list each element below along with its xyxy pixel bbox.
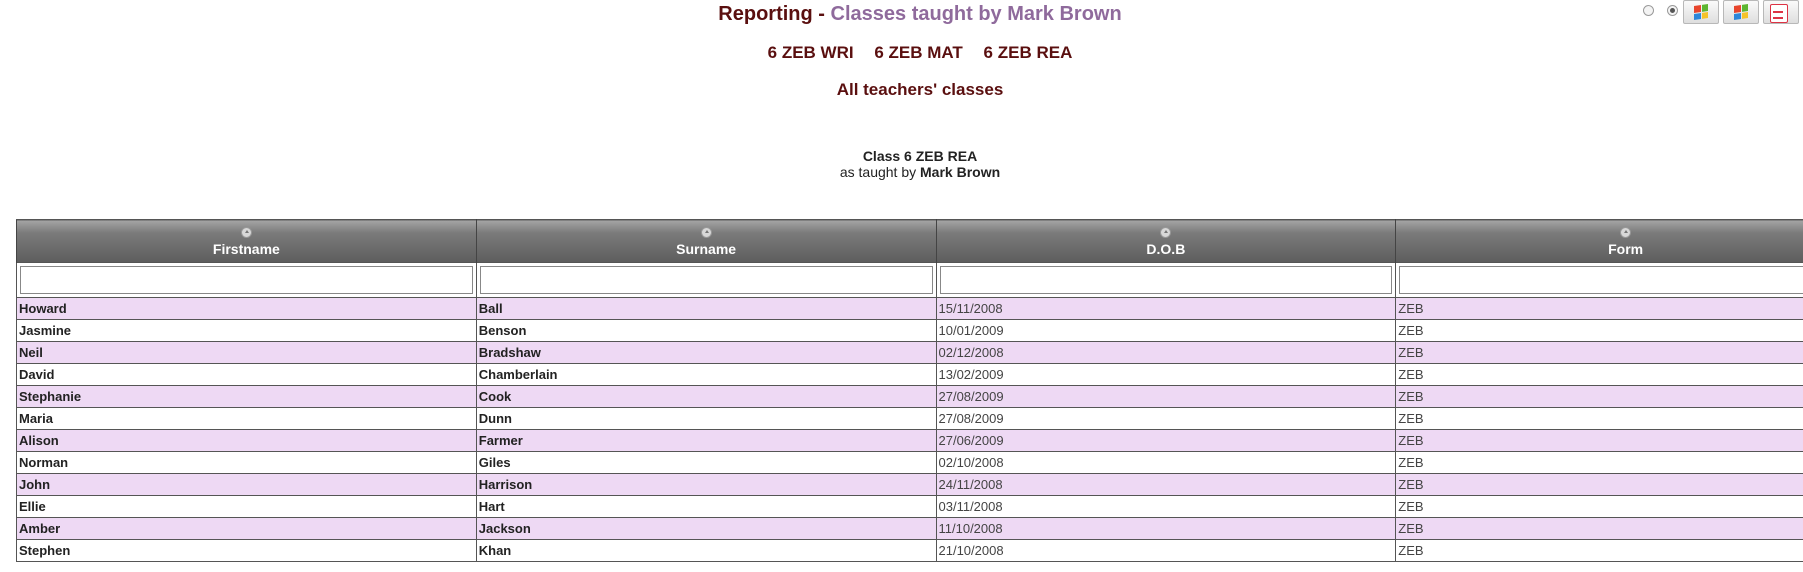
- cell-firstname: Howard: [16, 297, 477, 320]
- cell-form: ZEB: [1395, 363, 1803, 386]
- class-link-6-zeb-rea[interactable]: 6 ZEB REA: [984, 43, 1073, 62]
- class-name: Class 6 ZEB REA: [862, 148, 978, 164]
- filter-firstname-input[interactable]: [20, 266, 473, 294]
- column-header-firstname[interactable]: Firstname: [16, 219, 477, 263]
- cell-surname: Jackson: [475, 517, 937, 540]
- cell-dob: 27/06/2009: [935, 429, 1397, 452]
- cell-firstname: Neil: [16, 341, 477, 364]
- sort-icon[interactable]: [700, 227, 712, 238]
- column-header-form[interactable]: Form: [1395, 219, 1803, 263]
- cell-form: ZEB: [1395, 407, 1803, 430]
- cell-firstname: Maria: [16, 407, 477, 430]
- table-row[interactable]: Alison Farmer 27/06/2009 ZEB: [16, 429, 1803, 452]
- cell-firstname: Norman: [16, 451, 477, 474]
- windows-logo-icon: [1734, 4, 1748, 20]
- pdf-icon: [1770, 4, 1788, 23]
- table-row[interactable]: Ellie Hart 03/11/2008 ZEB: [16, 495, 1803, 518]
- cell-surname: Dunn: [475, 407, 937, 430]
- taught-by-line: as taught by Mark Brown: [0, 164, 1803, 180]
- cell-dob: 03/11/2008: [935, 495, 1397, 518]
- cell-dob: 15/11/2008: [935, 297, 1397, 320]
- cell-firstname: Jasmine: [16, 319, 477, 342]
- cell-form: ZEB: [1395, 319, 1803, 342]
- table-row[interactable]: David Chamberlain 13/02/2009 ZEB: [16, 363, 1803, 386]
- cell-surname: Benson: [475, 319, 937, 342]
- class-link-6-zeb-mat[interactable]: 6 ZEB MAT: [874, 43, 962, 62]
- pdf-export-icon[interactable]: [1763, 0, 1799, 24]
- page-title: Reporting - Classes taught by Mark Brown: [0, 3, 1803, 26]
- filter-dob-input[interactable]: [939, 266, 1393, 294]
- cell-surname: Hart: [475, 495, 937, 518]
- cell-dob: 24/11/2008: [935, 473, 1397, 496]
- cell-dob: 27/08/2009: [935, 407, 1397, 430]
- cell-surname: Giles: [475, 451, 937, 474]
- cell-dob: 13/02/2009: [935, 363, 1397, 386]
- cell-dob: 27/08/2009: [935, 385, 1397, 408]
- cell-surname: Chamberlain: [475, 363, 937, 386]
- excel-export-icon[interactable]: [1683, 0, 1719, 24]
- cell-form: ZEB: [1395, 517, 1803, 540]
- filter-row: [16, 262, 1803, 298]
- column-header-surname[interactable]: Surname: [475, 219, 937, 263]
- cell-surname: Bradshaw: [475, 341, 937, 364]
- cell-firstname: John: [16, 473, 477, 496]
- sort-icon[interactable]: [1620, 227, 1632, 238]
- cell-dob: 02/12/2008: [935, 341, 1397, 364]
- cell-surname: Ball: [475, 297, 937, 320]
- cell-form: ZEB: [1395, 495, 1803, 518]
- class-info: Class 6 ZEB REA as taught by Mark Brown: [0, 148, 1803, 180]
- windows-logo-icon: [1694, 4, 1708, 20]
- table-row[interactable]: John Harrison 24/11/2008 ZEB: [16, 473, 1803, 496]
- table-row[interactable]: Howard Ball 15/11/2008 ZEB: [16, 297, 1803, 320]
- sort-icon[interactable]: [1160, 227, 1172, 238]
- table-row[interactable]: Neil Bradshaw 02/12/2008 ZEB: [16, 341, 1803, 364]
- cell-firstname: Ellie: [16, 495, 477, 518]
- taught-by-prefix: as taught by: [839, 164, 921, 180]
- title-subtitle: Classes taught by Mark Brown: [830, 3, 1122, 25]
- cell-firstname: Amber: [16, 517, 477, 540]
- cell-firstname: Stephen: [16, 539, 477, 562]
- table-row[interactable]: Maria Dunn 27/08/2009 ZEB: [16, 407, 1803, 430]
- cell-dob: 11/10/2008: [935, 517, 1397, 540]
- radio-unselected-icon[interactable]: [1643, 5, 1654, 16]
- export-toolbar: [1643, 0, 1803, 26]
- cell-surname: Khan: [475, 539, 937, 562]
- table-row[interactable]: Stephen Khan 21/10/2008 ZEB: [16, 539, 1803, 562]
- sort-icon[interactable]: [240, 227, 252, 238]
- all-teachers-classes-link[interactable]: All teachers' classes: [0, 80, 1803, 100]
- cell-surname: Harrison: [475, 473, 937, 496]
- class-links: 6 ZEB WRI 6 ZEB MAT 6 ZEB REA: [0, 43, 1803, 63]
- table-row[interactable]: Norman Giles 02/10/2008 ZEB: [16, 451, 1803, 474]
- cell-form: ZEB: [1395, 385, 1803, 408]
- table-header-row: Firstname Surname D.O.B Form: [16, 219, 1803, 263]
- table-row[interactable]: Jasmine Benson 10/01/2009 ZEB: [16, 319, 1803, 342]
- filter-form-input[interactable]: [1399, 266, 1803, 294]
- cell-form: ZEB: [1395, 341, 1803, 364]
- class-link-6-zeb-wri[interactable]: 6 ZEB WRI: [768, 43, 854, 62]
- teacher-name: Mark Brown: [920, 164, 1001, 180]
- cell-surname: Farmer: [475, 429, 937, 452]
- cell-form: ZEB: [1395, 297, 1803, 320]
- table-row[interactable]: Amber Jackson 11/10/2008 ZEB: [16, 517, 1803, 540]
- title-prefix: Reporting -: [718, 3, 831, 25]
- cell-form: ZEB: [1395, 429, 1803, 452]
- cell-form: ZEB: [1395, 539, 1803, 562]
- students-table: Firstname Surname D.O.B Form Howard Ball…: [16, 219, 1803, 562]
- word-export-icon[interactable]: [1723, 0, 1759, 24]
- radio-selected-icon[interactable]: [1667, 5, 1678, 16]
- cell-dob: 10/01/2009: [935, 319, 1397, 342]
- cell-surname: Cook: [475, 385, 937, 408]
- cell-dob: 21/10/2008: [935, 539, 1397, 562]
- cell-firstname: David: [16, 363, 477, 386]
- filter-surname-input[interactable]: [479, 266, 933, 294]
- column-header-dob[interactable]: D.O.B: [935, 219, 1397, 263]
- table-row[interactable]: Stephanie Cook 27/08/2009 ZEB: [16, 385, 1803, 408]
- cell-firstname: Stephanie: [16, 385, 477, 408]
- cell-form: ZEB: [1395, 451, 1803, 474]
- cell-form: ZEB: [1395, 473, 1803, 496]
- cell-firstname: Alison: [16, 429, 477, 452]
- cell-dob: 02/10/2008: [935, 451, 1397, 474]
